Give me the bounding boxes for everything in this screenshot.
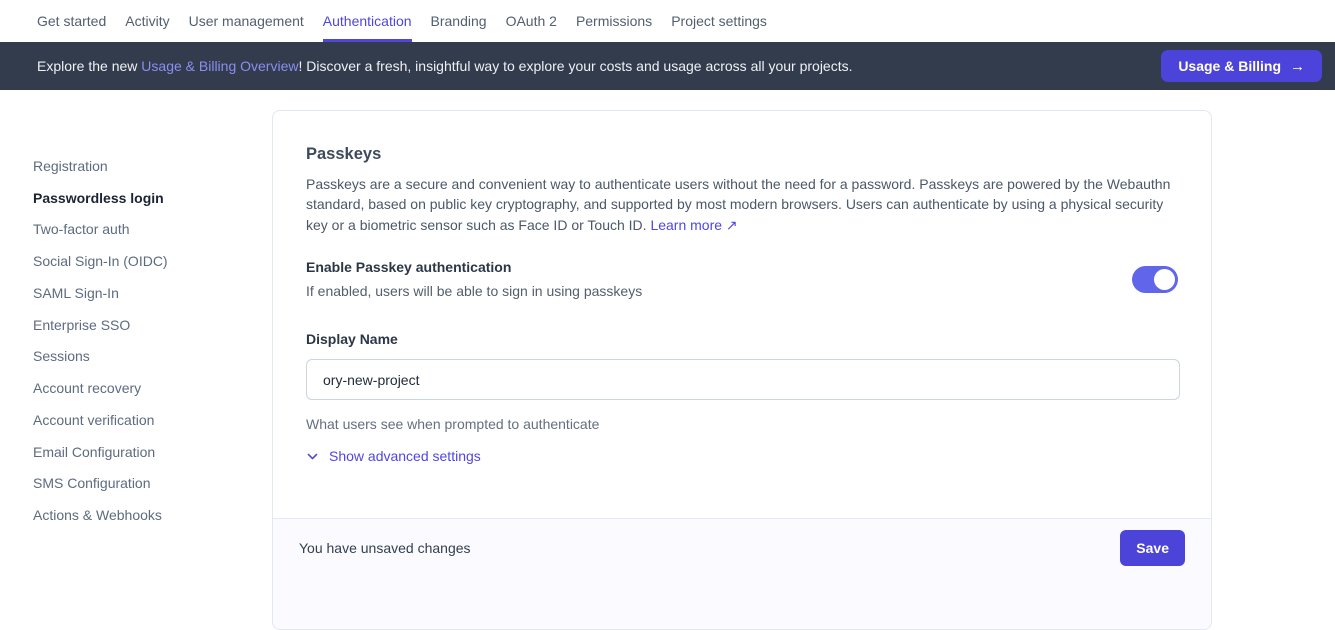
passkeys-description-text: Passkeys are a secure and convenient way… [306, 176, 1170, 233]
banner-message: Explore the new Usage & Billing Overview… [37, 58, 1161, 74]
sidebar-item-email-configuration[interactable]: Email Configuration [33, 436, 168, 468]
tab-branding[interactable]: Branding [431, 0, 487, 42]
unsaved-changes-bar: You have unsaved changes Save [273, 518, 1211, 629]
sidebar-item-sessions[interactable]: Sessions [33, 341, 168, 373]
passkeys-settings-card: Passkeys Passkeys are a secure and conve… [272, 110, 1212, 630]
toggle-knob [1154, 269, 1175, 290]
usage-billing-button[interactable]: Usage & Billing → [1161, 50, 1322, 82]
top-nav: Get started Activity User management Aut… [0, 0, 1335, 42]
sidebar-item-saml-sign-in[interactable]: SAML Sign-In [33, 277, 168, 309]
tab-permissions[interactable]: Permissions [576, 0, 652, 42]
tab-authentication[interactable]: Authentication [323, 0, 412, 42]
arrow-right-icon: → [1290, 58, 1305, 75]
display-name-field: Display Name What users see when prompte… [306, 329, 1178, 434]
enable-passkey-texts: Enable Passkey authentication If enabled… [306, 257, 1132, 301]
chevron-down-icon [306, 450, 319, 463]
tab-get-started[interactable]: Get started [37, 0, 106, 42]
passkeys-description: Passkeys are a secure and convenient way… [306, 174, 1178, 235]
banner-text-suffix: ! Discover a fresh, insightful way to ex… [298, 58, 852, 74]
usage-billing-button-label: Usage & Billing [1178, 58, 1281, 74]
external-link-arrow-icon: ↗ [726, 217, 738, 233]
usage-billing-banner: Explore the new Usage & Billing Overview… [0, 42, 1335, 90]
banner-text-prefix: Explore the new [37, 58, 141, 74]
unsaved-changes-text: You have unsaved changes [299, 530, 471, 566]
sidebar-item-registration[interactable]: Registration [33, 150, 168, 182]
sidebar-item-sms-configuration[interactable]: SMS Configuration [33, 468, 168, 500]
page-title: Passkeys [306, 145, 1178, 164]
show-advanced-settings-label: Show advanced settings [329, 448, 481, 464]
tab-user-management[interactable]: User management [189, 0, 304, 42]
enable-passkey-toggle[interactable] [1132, 266, 1178, 293]
sidebar-item-two-factor-auth[interactable]: Two-factor auth [33, 214, 168, 246]
display-name-label: Display Name [306, 331, 398, 347]
sidebar-item-social-sign-in-oidc[interactable]: Social Sign-In (OIDC) [33, 245, 168, 277]
tab-project-settings[interactable]: Project settings [671, 0, 767, 42]
tab-activity[interactable]: Activity [125, 0, 169, 42]
enable-passkey-help: If enabled, users will be able to sign i… [306, 281, 1132, 301]
sidebar-item-enterprise-sso[interactable]: Enterprise SSO [33, 309, 168, 341]
enable-passkey-row: Enable Passkey authentication If enabled… [306, 257, 1178, 301]
usage-billing-overview-link[interactable]: Usage & Billing Overview [141, 58, 298, 74]
sidebar-item-account-recovery[interactable]: Account recovery [33, 372, 168, 404]
save-button[interactable]: Save [1120, 530, 1185, 566]
tab-oauth2[interactable]: OAuth 2 [506, 0, 557, 42]
learn-more-link[interactable]: Learn more ↗ [650, 217, 737, 233]
display-name-help: What users see when prompted to authenti… [306, 414, 1178, 434]
enable-passkey-label: Enable Passkey authentication [306, 257, 1132, 277]
sidebar-item-passwordless-login[interactable]: Passwordless login [33, 182, 168, 214]
display-name-input[interactable] [306, 359, 1180, 400]
show-advanced-settings-link[interactable]: Show advanced settings [306, 448, 481, 464]
learn-more-label: Learn more [650, 217, 722, 233]
sidebar-item-actions-webhooks[interactable]: Actions & Webhooks [33, 499, 168, 531]
auth-settings-sidebar: Registration Passwordless login Two-fact… [33, 150, 168, 531]
sidebar-item-account-verification[interactable]: Account verification [33, 404, 168, 436]
